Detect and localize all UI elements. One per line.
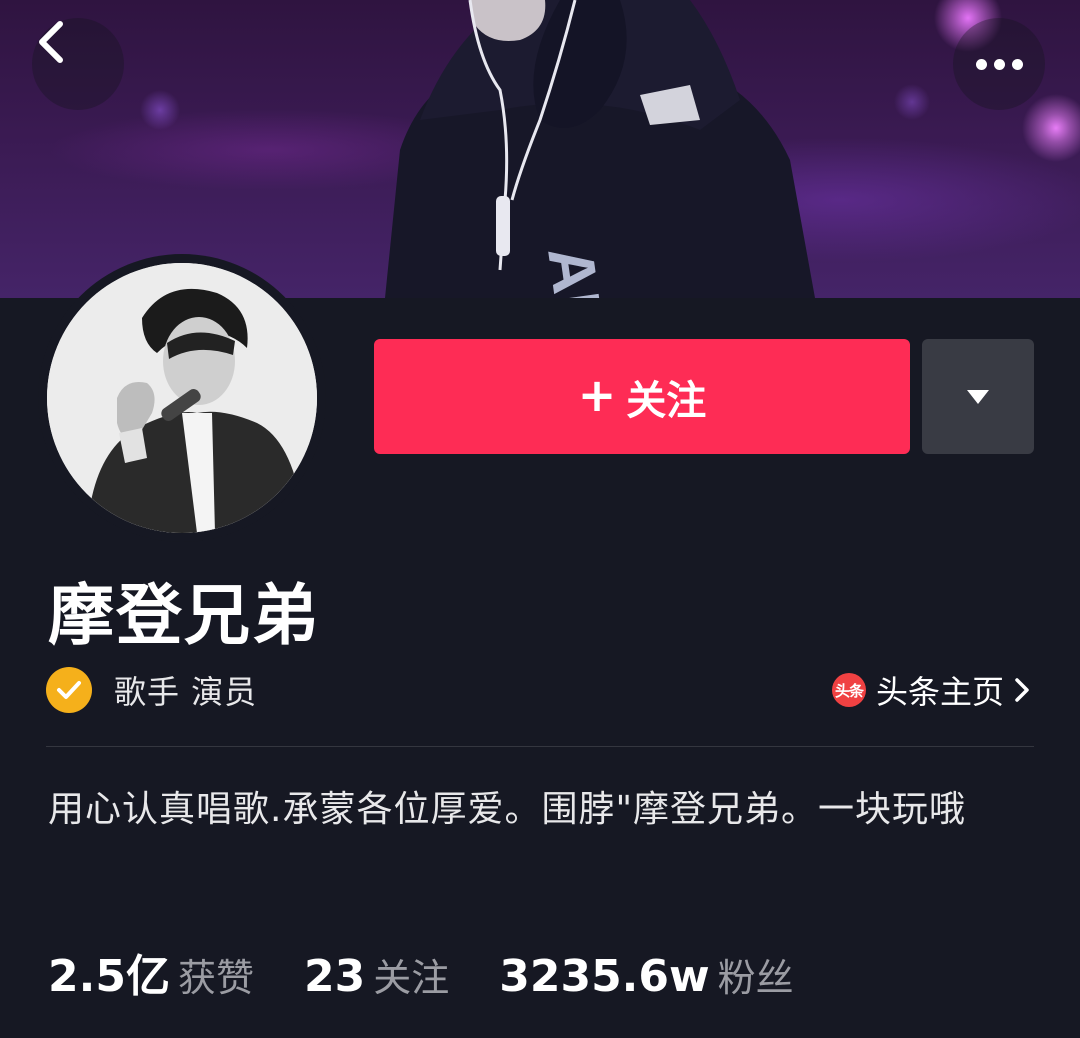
caret-down-icon	[967, 389, 989, 404]
stat-value: 2.5亿	[48, 951, 170, 1002]
cover-performer-illustration: AL	[385, 0, 815, 298]
cover-image: AL	[0, 0, 1080, 298]
more-button[interactable]	[953, 18, 1045, 110]
stat-label: 粉丝	[717, 956, 794, 1000]
toutiao-logo-icon: 头条	[831, 673, 866, 707]
verified-check-icon	[46, 667, 92, 713]
profile-page: AL + 关注 摩登兄弟 歌手 演员 头条 头条主页 用心认真唱歌.承蒙各位厚爱…	[0, 0, 1080, 1038]
profile-name: 摩登兄弟	[48, 577, 320, 654]
stat-label: 关注	[373, 956, 450, 1000]
plus-icon: +	[577, 367, 617, 422]
stat-likes: 2.5亿 获赞	[48, 940, 254, 1004]
stats-row: 2.5亿 获赞 23 关注 3235.6w 粉丝	[48, 940, 844, 1002]
follow-label: 关注	[626, 377, 707, 424]
recommend-dropdown-button[interactable]	[922, 339, 1034, 454]
more-dots-icon	[975, 58, 1023, 70]
svg-text:AL: AL	[534, 242, 617, 298]
follow-button[interactable]: + 关注	[374, 339, 910, 454]
verified-title: 歌手 演员	[114, 673, 258, 711]
chevron-right-icon	[1015, 678, 1029, 702]
avatar-photo	[47, 263, 317, 533]
toutiao-homepage-link[interactable]: 头条 头条主页	[831, 667, 1030, 713]
stat-followers[interactable]: 3235.6w 粉丝	[499, 947, 793, 1002]
avatar[interactable]	[47, 263, 317, 533]
stat-label: 获赞	[177, 956, 254, 1000]
chevron-left-icon	[39, 21, 63, 63]
toutiao-link-label: 头条主页	[875, 673, 1004, 711]
stat-value: 3235.6w	[499, 951, 710, 1002]
verified-row: 歌手 演员	[46, 667, 257, 713]
divider	[46, 746, 1034, 747]
profile-bio: 用心认真唱歌.承蒙各位厚爱。围脖"摩登兄弟。一块玩哦	[48, 789, 967, 830]
stat-value: 23	[303, 951, 366, 1002]
back-button[interactable]	[32, 18, 124, 110]
stat-following[interactable]: 23 关注	[304, 947, 449, 1002]
